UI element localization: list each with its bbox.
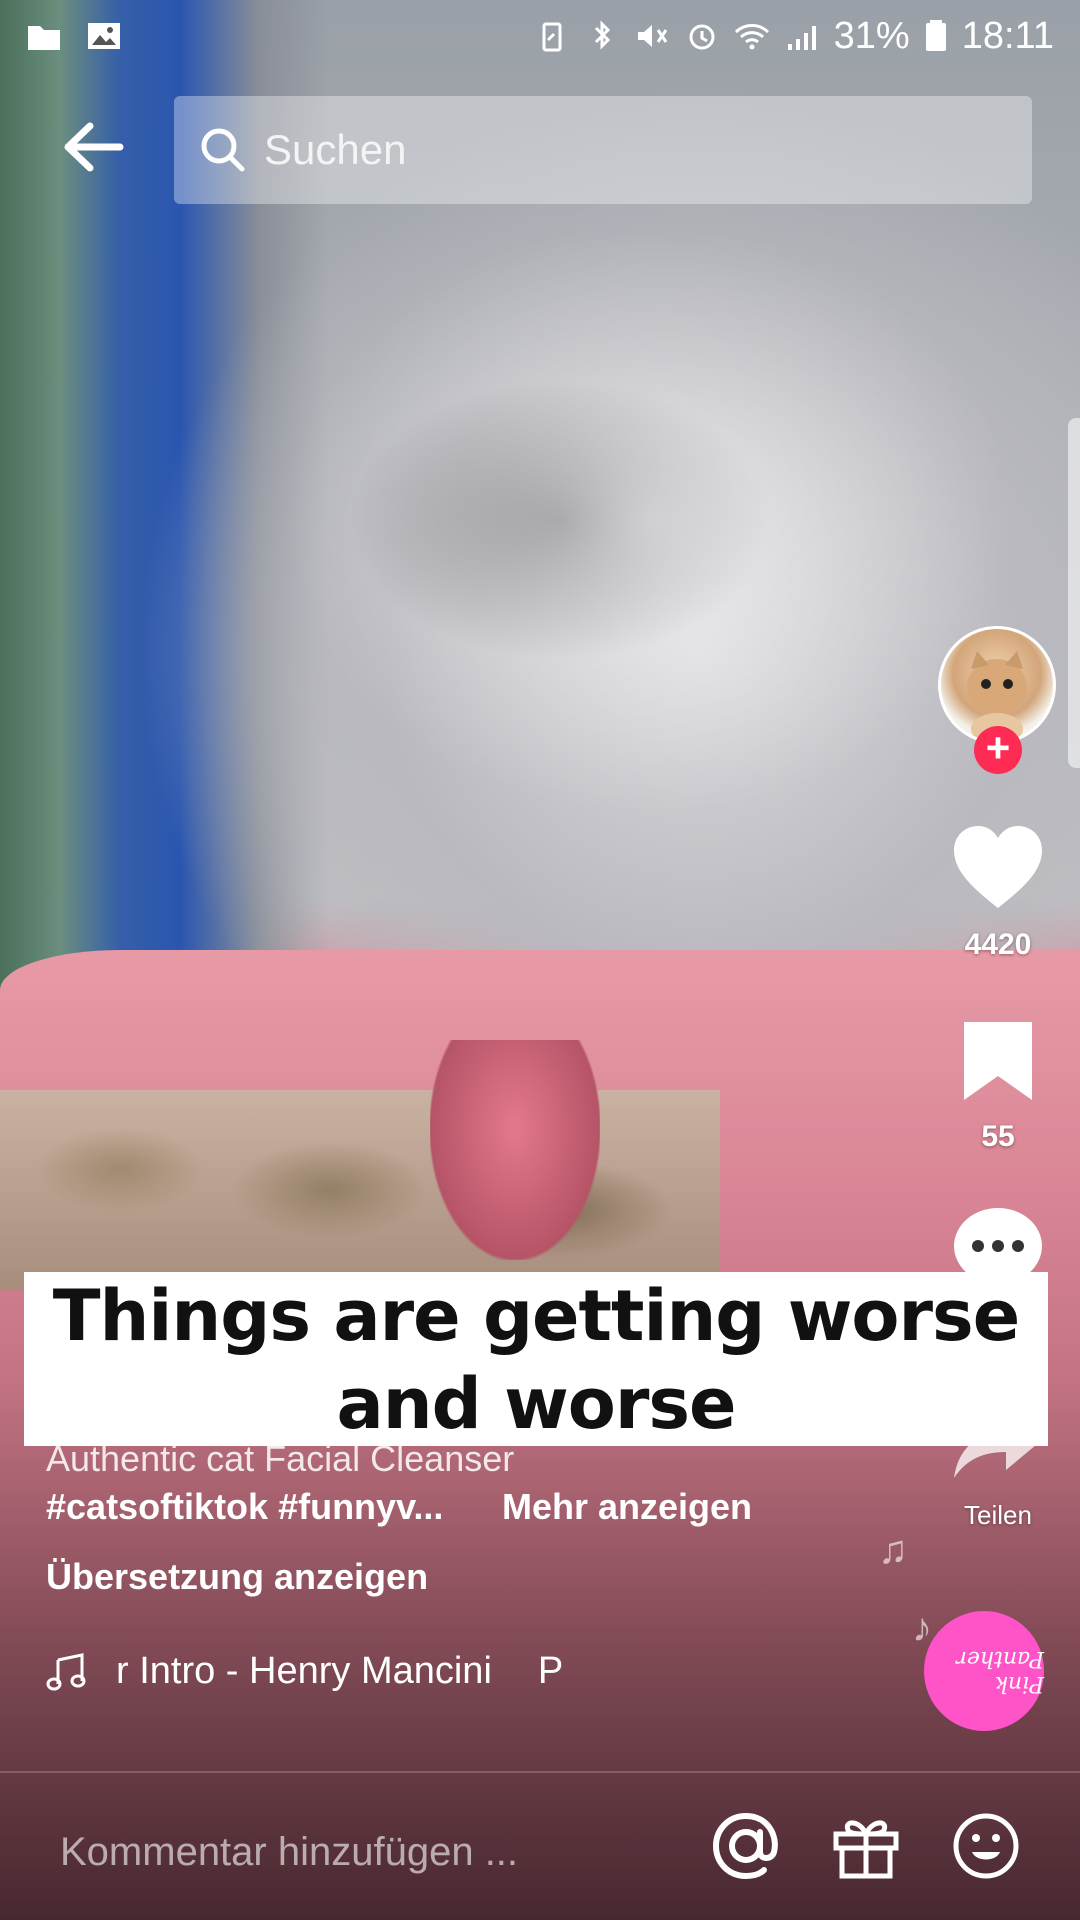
heart-icon: [954, 826, 1042, 908]
mute-icon: [637, 25, 667, 47]
video-description: Authentic cat Facial Cleanser: [46, 1438, 515, 1479]
video-food-area: [0, 1090, 720, 1290]
like-button[interactable]: 4420: [928, 824, 1068, 962]
bluetooth-icon: [594, 20, 610, 50]
gallery-icon: [88, 23, 120, 49]
disc-label: Pink Panther: [956, 1646, 1044, 1696]
status-bar: 31% 18:11: [0, 0, 1080, 72]
music-note-icon: [46, 1652, 86, 1690]
mention-icon[interactable]: [710, 1810, 782, 1882]
floating-note-icon: ♫: [878, 1528, 908, 1572]
video-hashtags[interactable]: #catsoftiktok #funnyv...: [46, 1486, 443, 1528]
share-label: Teilen: [964, 1500, 1032, 1530]
caption-overlay-text: Things are getting worse and worse: [24, 1272, 1048, 1448]
signal-icon: [787, 26, 816, 50]
music-ticker[interactable]: r Intro - Henry Mancini P: [46, 1650, 563, 1693]
wifi-icon: [734, 24, 769, 50]
save-button[interactable]: 55: [928, 1018, 1068, 1154]
folder-icon: [28, 26, 60, 50]
like-count: 4420: [964, 928, 1032, 961]
emoji-icon[interactable]: [950, 1810, 1022, 1882]
clock: 18:11: [961, 14, 1054, 57]
search-placeholder: Suchen: [264, 126, 407, 173]
follow-plus-button[interactable]: +: [974, 726, 1022, 774]
search-icon: [201, 128, 245, 172]
back-arrow-icon[interactable]: [58, 112, 128, 182]
save-count: 55: [981, 1120, 1015, 1153]
bookmark-icon: [964, 1022, 1032, 1100]
scroll-handle[interactable]: [1068, 418, 1080, 768]
video-tongue-area: [430, 1040, 600, 1260]
caption-line-1: Things are getting worse: [52, 1275, 1020, 1357]
show-more-link[interactable]: Mehr anzeigen: [502, 1486, 752, 1528]
battery-saver-icon: [542, 22, 562, 52]
caption-line-2: and worse: [336, 1363, 737, 1445]
music-disc[interactable]: Pink Panther: [924, 1611, 1044, 1731]
translate-link[interactable]: Übersetzung anzeigen: [46, 1556, 428, 1598]
search-bar[interactable]: Suchen: [174, 96, 1032, 204]
comment-input[interactable]: Kommentar hinzufügen ...: [60, 1830, 518, 1875]
music-title: r Intro - Henry Mancini: [116, 1650, 492, 1692]
gift-icon[interactable]: [830, 1810, 902, 1882]
music-extra: P: [537, 1650, 564, 1692]
alarm-icon: [689, 24, 715, 50]
battery-percent: 31%: [833, 14, 910, 57]
battery-icon: [925, 20, 946, 51]
comment-bar-divider: [0, 1771, 1080, 1773]
